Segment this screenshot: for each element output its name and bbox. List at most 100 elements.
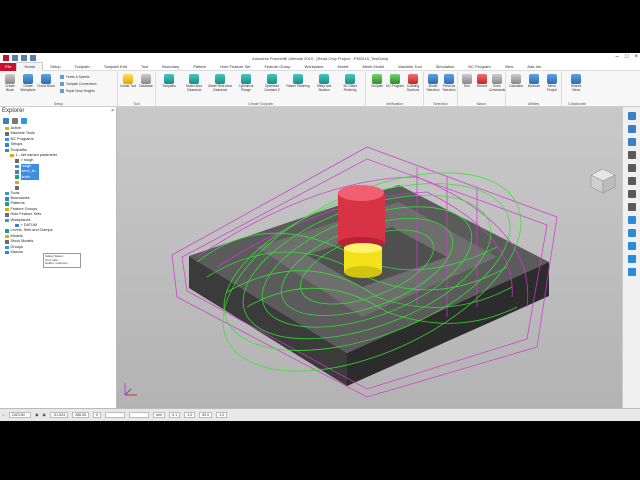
- verify-toolpath-button[interactable]: Toolpath: [368, 74, 386, 89]
- ribbon-group-utilities: Calculator Measure Mirror Project Utilit…: [506, 72, 562, 106]
- cylindrical-plunge-button[interactable]: Cylindrical Plunge: [234, 74, 258, 92]
- tree-node-icon: [5, 245, 9, 250]
- angle-field[interactable]: 90.0: [199, 412, 213, 418]
- echo-commands-button[interactable]: Echo Commands: [488, 74, 506, 92]
- measure-button[interactable]: Measure: [525, 74, 543, 89]
- check-block-button[interactable]: Check Block: [37, 74, 55, 89]
- tab-home[interactable]: Home: [16, 62, 44, 71]
- status-z-field[interactable]: 0: [93, 412, 102, 418]
- tab-mesh-model[interactable]: Mesh Model: [355, 63, 391, 71]
- database-icon[interactable]: [21, 118, 27, 124]
- tree-node-icon: [15, 223, 19, 228]
- previous-selection-button[interactable]: Previous Selection: [440, 74, 458, 92]
- axis-view-icon[interactable]: [627, 268, 636, 276]
- units-field[interactable]: mm: [153, 412, 166, 418]
- measure-icon: [529, 74, 539, 84]
- tab-boundary[interactable]: Boundary: [155, 63, 186, 71]
- model-area-clearance-button[interactable]: Model Area Clearance: [182, 74, 206, 92]
- home-icon[interactable]: [3, 118, 9, 124]
- tree-node-icon: [5, 240, 9, 244]
- plunge-icon: [241, 74, 251, 84]
- offset-icon: [345, 74, 355, 84]
- status-field-4[interactable]: [105, 412, 126, 418]
- tab-hole-feature-set[interactable]: Hole Feature Set: [213, 63, 257, 71]
- colliding-sections-button[interactable]: Colliding Sections: [404, 74, 422, 92]
- model-rest-area-clearance-button[interactable]: Model Rest Area Clearance: [208, 74, 232, 92]
- minimize-button[interactable]: –: [616, 54, 619, 60]
- calculator-button[interactable]: Calculator: [507, 74, 525, 89]
- workplane-icon: [23, 74, 33, 84]
- close-button[interactable]: ×: [634, 54, 638, 60]
- create-tool-button[interactable]: Create Tool: [119, 74, 137, 89]
- tab-simulation[interactable]: Simulation: [429, 63, 462, 71]
- steep-and-shallow-button[interactable]: Steep and Shallow: [312, 74, 336, 92]
- rapid-move-heights-button[interactable]: Rapid Move Heights: [60, 89, 95, 93]
- raster-finishing-button[interactable]: Raster Finishing: [286, 74, 310, 89]
- filter-icon[interactable]: [12, 118, 18, 124]
- verify-nc-program-button[interactable]: NC Program: [386, 74, 404, 89]
- view-cube-icon[interactable]: [590, 168, 616, 194]
- create-workplane-button[interactable]: Create Workplane: [19, 74, 37, 92]
- tab-model[interactable]: Model: [331, 63, 356, 71]
- nc-program-icon: [390, 74, 400, 84]
- tool-database-button[interactable]: Database: [137, 74, 155, 89]
- zoom-in-icon[interactable]: [627, 164, 636, 172]
- tab-workplane[interactable]: Workplane: [297, 63, 330, 71]
- ribbon-group-create-toolpath: Toolpaths Model Area Clearance Model Res…: [156, 72, 366, 106]
- mirror-project-button[interactable]: Mirror Project: [543, 74, 561, 92]
- shaded-icon[interactable]: [627, 216, 636, 224]
- view-iso-icon[interactable]: [627, 112, 636, 120]
- tree-node-icon: [5, 148, 9, 152]
- toolpaths-button[interactable]: Toolpaths: [158, 74, 180, 89]
- status-x-field[interactable]: -91.524: [49, 412, 69, 418]
- tool-icon: [123, 74, 133, 84]
- scale-field[interactable]: 1.0: [216, 412, 228, 418]
- tab-tool[interactable]: Tool: [134, 63, 155, 71]
- run-icon: [462, 74, 472, 84]
- step-field[interactable]: 1.0: [184, 412, 196, 418]
- workplane-selector[interactable]: DATUM: [9, 412, 32, 418]
- 3d-offset-finishing-button[interactable]: 3D Offset Finishing: [338, 74, 362, 92]
- graphics-viewport[interactable]: [117, 107, 622, 408]
- view-top-icon[interactable]: [627, 125, 636, 133]
- maximize-button[interactable]: □: [625, 54, 629, 60]
- tree-node-icon: [5, 137, 9, 142]
- tree-node-icon: [5, 197, 9, 201]
- tab-machine-tool[interactable]: Machine Tool: [391, 63, 429, 71]
- plain-shade-icon[interactable]: [627, 242, 636, 250]
- cursor-icon: [428, 74, 438, 84]
- shared-views-button[interactable]: Shared Views: [567, 74, 585, 92]
- tab-toolpath[interactable]: Toolpath: [68, 63, 97, 71]
- zoom-icon[interactable]: [627, 151, 636, 159]
- tab-feature-group[interactable]: Feature Group: [257, 63, 297, 71]
- tree-node-icon: [5, 213, 9, 217]
- create-block-button[interactable]: Create Block: [1, 74, 19, 92]
- rotate-icon[interactable]: [627, 255, 636, 263]
- zoom-out-icon[interactable]: [627, 177, 636, 185]
- explorer-panel: Explorer × Active Machine Tools NC Program…: [0, 107, 117, 408]
- tab-file[interactable]: File: [0, 62, 17, 71]
- tab-view[interactable]: View: [498, 63, 521, 71]
- tolerance-field[interactable]: 0.1: [169, 412, 181, 418]
- status-field-5[interactable]: [129, 412, 150, 418]
- raster-icon: [293, 74, 303, 84]
- connections-icon: [60, 82, 64, 86]
- close-panel-icon[interactable]: ×: [111, 108, 114, 116]
- tab-pattern[interactable]: Pattern: [186, 63, 213, 71]
- toolpath-connections-button[interactable]: Toolpath Connections: [60, 82, 97, 86]
- pan-icon[interactable]: [627, 190, 636, 198]
- tree-item-label: finish: [20, 174, 39, 180]
- tree-node-icon: [15, 186, 19, 190]
- status-y-field[interactable]: 286.55: [72, 412, 90, 418]
- wireframe-icon[interactable]: [627, 229, 636, 237]
- tree-node-icon: [10, 153, 14, 158]
- tab-nc-program[interactable]: NC Program: [461, 63, 497, 71]
- tab-setup[interactable]: Setup: [43, 63, 67, 71]
- tab-add-ins[interactable]: Add-Ins: [520, 63, 548, 71]
- optimised-constant-z-button[interactable]: Optimised Constant Z: [260, 74, 284, 92]
- tab-toolpath-edit[interactable]: Toolpath Edit: [97, 63, 134, 71]
- view-front-icon[interactable]: [627, 138, 636, 146]
- ribbon-tabs: File Home Setup Toolpath Toolpath Edit Tool Bo…: [0, 62, 640, 71]
- zoom-window-icon[interactable]: [627, 203, 636, 211]
- feeds-speeds-button[interactable]: Feeds & Speeds: [60, 75, 90, 79]
